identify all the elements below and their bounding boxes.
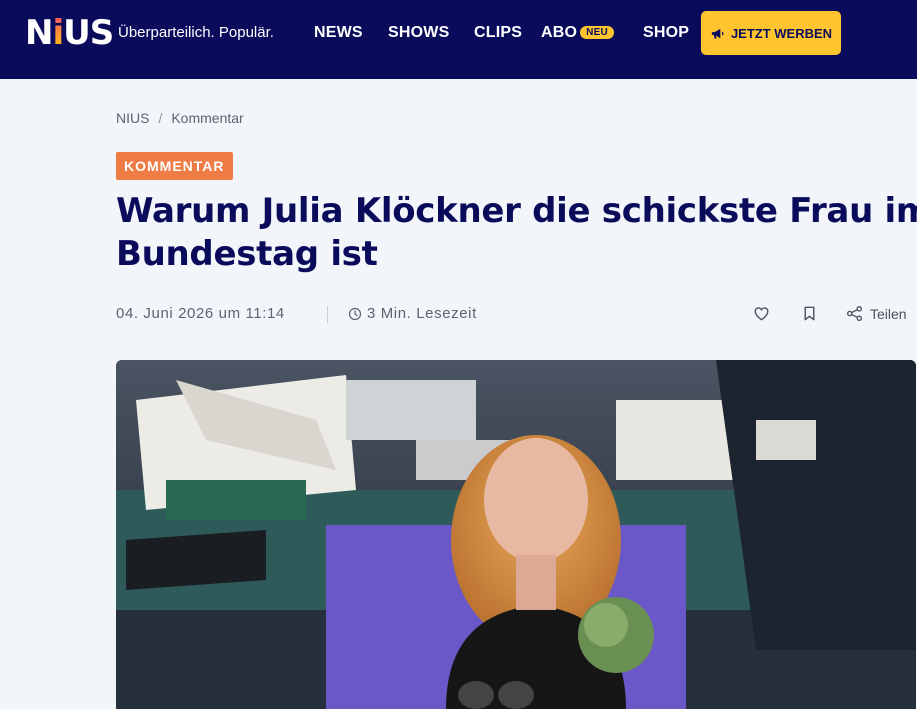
read-time-label: 3 Min. Lesezeit (367, 305, 477, 322)
headline-line-1: Warum Julia Klöckner die schickste Frau … (116, 191, 917, 231)
new-badge: NEU (580, 26, 614, 39)
nav-news[interactable]: NEWS (314, 24, 363, 42)
advertise-button[interactable]: JETZT WERBEN (701, 11, 841, 55)
bookmark-icon (804, 306, 815, 321)
clock-icon (348, 307, 362, 320)
breadcrumb-current[interactable]: Kommentar (171, 110, 243, 126)
share-label: Teilen (870, 305, 907, 322)
heart-icon (754, 307, 769, 321)
breadcrumb-separator: / (158, 110, 163, 126)
like-button[interactable] (752, 304, 771, 323)
headline-line-2: Bundestag ist (116, 234, 378, 274)
site-header: NiUS Überparteilich. Populär. NEWS SHOWS… (0, 0, 917, 79)
nav-shop[interactable]: SHOP (643, 24, 689, 42)
advertise-button-label: JETZT WERBEN (730, 25, 833, 41)
hero-image (116, 360, 916, 709)
breadcrumb-home[interactable]: NIUS (116, 110, 149, 126)
nav-shows[interactable]: SHOWS (388, 24, 449, 42)
site-logo[interactable]: NiUS (25, 13, 114, 53)
share-button[interactable]: Teilen (845, 304, 907, 323)
meta-divider (327, 306, 328, 323)
share-icon (846, 305, 863, 322)
nav-abo-label: ABO (541, 24, 578, 41)
nav-clips[interactable]: CLIPS (474, 24, 522, 42)
publish-date: 04. Juni 2026 um 11:14 (116, 305, 285, 322)
read-time: 3 Min. Lesezeit (348, 305, 477, 322)
hero-photo-illustration (116, 360, 916, 709)
breadcrumb: NIUS / Kommentar (116, 110, 244, 126)
category-kicker[interactable]: KOMMENTAR (116, 152, 233, 180)
nav-abo[interactable]: ABO NEU (541, 24, 614, 42)
bookmark-button[interactable] (800, 304, 819, 323)
megaphone-icon (711, 28, 724, 39)
site-tagline: Überparteilich. Populär. (118, 24, 274, 41)
logo-wordmark: NiUS (25, 13, 114, 53)
article-headline: Warum Julia Klöckner die schickste Frau … (116, 190, 917, 276)
